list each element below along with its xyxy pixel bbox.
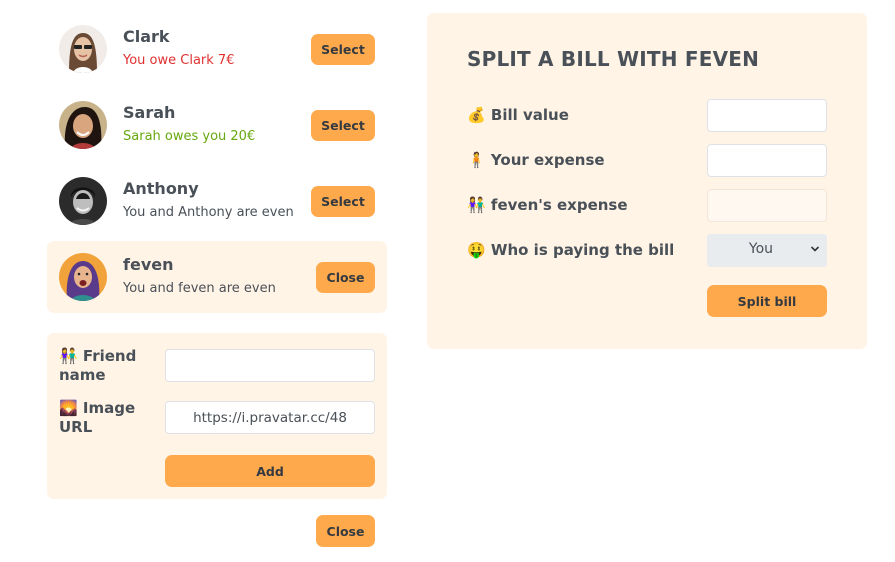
payer-select[interactable]: You [707,234,827,267]
people-icon: 👫 [59,347,78,365]
your-expense-label: 🧍 Your expense [467,151,605,169]
payer-label: 🤑 Who is paying the bill [467,241,674,259]
split-bill-button[interactable]: Split bill [707,285,827,317]
avatar [59,101,107,149]
friend-expense-input [707,189,827,222]
avatar [59,253,107,301]
chevron-down-icon [810,242,820,260]
image-url-input[interactable] [165,401,375,434]
split-title: SPLIT A BILL WITH FEVEN [467,47,760,71]
money-face-icon: 🤑 [467,241,486,259]
bill-value-label-text: Bill value [490,106,569,124]
money-bag-icon: 💰 [467,106,486,124]
avatar [59,25,107,73]
person-icon: 🧍 [467,151,486,169]
app: Clark You owe Clark 7€ Select Sarah Sara… [0,0,895,562]
close-button[interactable]: Close [316,262,375,293]
friend-name: Anthony [123,179,199,198]
add-button[interactable]: Add [165,455,375,487]
friend-balance: You owe Clark 7€ [123,53,235,68]
people-icon: 👫 [467,196,486,214]
select-button[interactable]: Select [311,34,375,65]
friend-name: Sarah [123,103,176,122]
friend-name: feven [123,255,174,274]
friend-expense-label-text: feven's expense [490,196,628,214]
close-form-button[interactable]: Close [316,515,375,547]
friend-balance: Sarah owes you 20€ [123,129,256,144]
payer-label-text: Who is paying the bill [490,241,675,259]
friend-item-feven: feven You and feven are even Close [47,241,387,313]
friend-name-label: 👫 Friend name [59,347,154,385]
split-bill-form: SPLIT A BILL WITH FEVEN 💰 Bill value 🧍 Y… [427,13,867,349]
add-friend-form: 👫 Friend name 🌄 Image URL Add [47,333,387,499]
friend-balance: You and Anthony are even [123,205,294,220]
landscape-icon: 🌄 [59,399,78,417]
select-button[interactable]: Select [311,186,375,217]
select-button[interactable]: Select [311,110,375,141]
payer-select-value: You [748,241,774,257]
friend-item-sarah: Sarah Sarah owes you 20€ Select [47,89,387,161]
friend-balance: You and feven are even [123,281,276,296]
bill-value-input[interactable] [707,99,827,132]
friend-name: Clark [123,27,170,46]
avatar [59,177,107,225]
friend-item-anthony: Anthony You and Anthony are even Select [47,165,387,237]
friend-name-input[interactable] [165,349,375,382]
your-expense-label-text: Your expense [490,151,605,169]
your-expense-input[interactable] [707,144,827,177]
bill-value-label: 💰 Bill value [467,106,569,124]
friend-expense-label: 👫 feven's expense [467,196,628,214]
image-url-label: 🌄 Image URL [59,399,154,437]
friend-item-clark: Clark You owe Clark 7€ Select [47,13,387,85]
